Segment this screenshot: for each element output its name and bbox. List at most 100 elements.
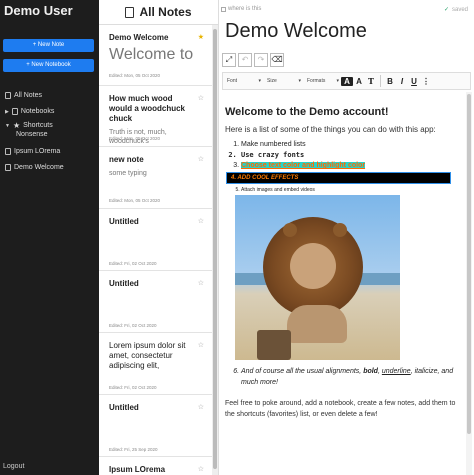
notebook-icon bbox=[11, 108, 18, 115]
notes-list-title: All Notes bbox=[139, 5, 192, 19]
notes-list-panel: All Notes Demo Welcome Welcome to ★ Edit… bbox=[99, 0, 219, 475]
size-select[interactable]: Size ▾ bbox=[267, 78, 303, 84]
shortcut-item-ipsum-lorema[interactable]: Ipsum LOrema bbox=[5, 148, 60, 155]
underline-icon[interactable]: U bbox=[408, 77, 420, 86]
note-edited-date: Edited: Fri, 02 Oct 2020 bbox=[109, 261, 157, 266]
feature-list-continued: And of course all the usual alignments, … bbox=[225, 366, 466, 388]
notes-scrollbar[interactable] bbox=[212, 25, 218, 475]
note-card[interactable]: How much wood would a woodchuck chuck Tr… bbox=[99, 87, 212, 147]
editor-topline: where is this ✓ saved bbox=[219, 5, 474, 17]
chevron-down-icon: ▾ bbox=[336, 78, 339, 84]
undo-icon[interactable]: ↶ bbox=[238, 53, 252, 67]
sidebar-item-label: Notebooks bbox=[20, 108, 55, 115]
star-icon[interactable]: ★ bbox=[198, 33, 204, 41]
note-title: Demo Welcome bbox=[109, 33, 169, 42]
star-outline-icon[interactable]: ☆ bbox=[198, 94, 204, 102]
underline-text: underline bbox=[381, 368, 411, 375]
star-outline-icon[interactable]: ☆ bbox=[198, 155, 204, 163]
chevron-down-icon: ▼ bbox=[5, 122, 10, 129]
note-title: Untitled bbox=[109, 217, 139, 226]
list-item: 4. ADD COOL EFFECTS bbox=[226, 172, 466, 184]
italic-icon[interactable]: I bbox=[396, 77, 408, 86]
star-outline-icon[interactable]: ☆ bbox=[198, 279, 204, 287]
more-options-icon[interactable]: ⋮ bbox=[420, 77, 432, 86]
note-title: Untitled bbox=[109, 279, 139, 288]
note-card[interactable]: Untitled ☆ Edited: Fri, 02 Oct 2020 bbox=[99, 272, 212, 333]
editor-scrollbar[interactable] bbox=[466, 92, 472, 475]
note-title: Lorem ipsum dolor sit amet, consectetur … bbox=[109, 341, 186, 370]
sidebar-item-all-notes[interactable]: All Notes bbox=[5, 92, 42, 99]
save-status: ✓ saved bbox=[444, 6, 468, 13]
note-edited-date: Edited: Fri, 02 Oct 2020 bbox=[109, 385, 157, 390]
shortcut-checkbox[interactable] bbox=[221, 7, 226, 12]
bold-icon[interactable]: B bbox=[384, 77, 396, 86]
cool-effects-text: 4. ADD COOL EFFECTS bbox=[226, 172, 451, 184]
note-card[interactable]: new note some typing ☆ Edited: Mon, 05 O… bbox=[99, 148, 212, 209]
note-icon bbox=[5, 164, 11, 171]
italic-text: italicize bbox=[414, 368, 438, 375]
note-excerpt: Welcome to bbox=[109, 46, 194, 63]
shortcut-item-nonsense[interactable]: Nonsense bbox=[16, 131, 48, 138]
note-card[interactable]: Untitled ☆ Edited: Fri, 02 Oct 2020 bbox=[99, 210, 212, 271]
image-body bbox=[287, 305, 347, 343]
font-select[interactable]: Font ▾ bbox=[227, 78, 263, 84]
shortcut-item-demo-welcome[interactable]: Demo Welcome bbox=[5, 164, 64, 171]
star-icon: ★ bbox=[12, 121, 21, 130]
text-run: And of course all the usual alignments, bbox=[241, 368, 364, 375]
clear-format-icon[interactable]: T bbox=[365, 76, 377, 86]
note-edited-date: Edited: Fri, 25 Sep 2020 bbox=[109, 447, 158, 452]
highlighted-text: Choose text color and highlight color bbox=[241, 162, 366, 169]
list-item: Use crazy fonts bbox=[241, 151, 466, 159]
note-edited-date: Edited: Mon, 05 Oct 2020 bbox=[109, 73, 161, 78]
sidebar-item-shortcuts[interactable]: ▼ ★ Shortcuts bbox=[5, 121, 53, 130]
formats-select-label: Formats bbox=[307, 78, 326, 84]
formats-select[interactable]: Formats ▾ bbox=[307, 78, 341, 84]
list-item: Attach images and embed videos bbox=[241, 187, 466, 193]
note-title: Ipsum LOrema bbox=[109, 465, 166, 474]
highlight-color-icon[interactable]: A bbox=[353, 77, 365, 86]
redo-icon[interactable]: ↷ bbox=[254, 53, 268, 67]
note-title: Untitled bbox=[109, 403, 139, 412]
body-outro: Feel free to poke around, add a notebook… bbox=[225, 400, 456, 418]
sidebar-item-notebooks[interactable]: ▶ Notebooks bbox=[5, 108, 54, 115]
sidebar-item-label: Ipsum LOrema bbox=[14, 148, 61, 155]
note-icon bbox=[5, 92, 11, 99]
scrollbar-thumb[interactable] bbox=[213, 29, 217, 469]
bold-text: bold bbox=[363, 368, 378, 375]
note-body[interactable]: Welcome to the Demo account! Here is a l… bbox=[225, 94, 466, 475]
notes-list-header: All Notes bbox=[99, 0, 218, 25]
toolbar-divider bbox=[380, 75, 381, 87]
note-edited-date: Edited: Fri, 02 Oct 2020 bbox=[109, 323, 157, 328]
sidebar-item-label: Demo Welcome bbox=[14, 164, 64, 171]
expand-icon[interactable]: ⤢ bbox=[222, 53, 236, 67]
note-card[interactable]: Untitled ☆ Edited: Fri, 25 Sep 2020 bbox=[99, 396, 212, 457]
star-outline-icon[interactable]: ☆ bbox=[198, 465, 204, 473]
new-notebook-button[interactable]: + New Notebook bbox=[3, 59, 94, 72]
note-excerpt: some typing bbox=[109, 170, 147, 177]
user-name: Demo User bbox=[4, 3, 73, 18]
note-card[interactable]: Lorem ipsum dolor sit amet, consectetur … bbox=[99, 334, 212, 395]
image-post bbox=[257, 330, 291, 360]
editor-panel: where is this ✓ saved Demo Welcome ⤢ ↶ ↷ … bbox=[219, 0, 474, 475]
body-intro: Here is a list of some of the things you… bbox=[225, 125, 436, 134]
notes-icon bbox=[125, 6, 135, 18]
chevron-down-icon: ▾ bbox=[258, 78, 261, 84]
note-title: How much wood would a woodchuck chuck bbox=[109, 94, 186, 123]
note-card-demo-welcome[interactable]: Demo Welcome Welcome to ★ Edited: Mon, 0… bbox=[99, 26, 212, 86]
star-outline-icon[interactable]: ☆ bbox=[198, 217, 204, 225]
note-title: new note bbox=[109, 155, 144, 164]
star-outline-icon[interactable]: ☆ bbox=[198, 341, 204, 349]
logout-link[interactable]: Logout bbox=[3, 463, 24, 470]
note-card[interactable]: Ipsum LOrema ☆ bbox=[99, 458, 212, 475]
lion-cat-image[interactable] bbox=[235, 195, 400, 360]
eraser-icon[interactable]: ⌫ bbox=[270, 53, 284, 67]
new-note-button[interactable]: + New Note bbox=[3, 39, 94, 52]
star-outline-icon[interactable]: ☆ bbox=[198, 403, 204, 411]
text-color-icon[interactable]: A bbox=[341, 76, 353, 86]
note-title-input[interactable]: Demo Welcome bbox=[225, 20, 367, 43]
list-item: Choose text color and highlight color bbox=[241, 162, 466, 169]
note-icon bbox=[5, 148, 11, 155]
scrollbar-thumb[interactable] bbox=[467, 94, 471, 434]
save-status-text: saved bbox=[451, 7, 468, 13]
list-item: Make numbered lists bbox=[241, 141, 466, 148]
